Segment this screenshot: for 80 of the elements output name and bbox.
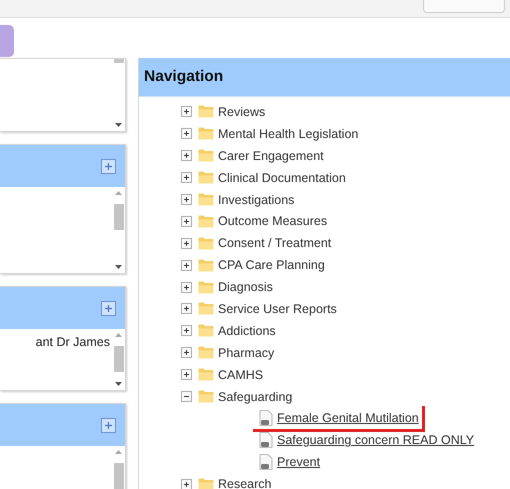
plus-icon [183,218,190,225]
tree-item[interactable]: CAMHS [218,368,264,382]
expand-button[interactable] [181,194,192,205]
plus-icon [104,420,113,430]
expand-button[interactable] [181,303,192,314]
plus-icon [183,349,190,356]
expand-button[interactable] [181,282,192,293]
scrollbar-thumb[interactable] [114,463,124,489]
plus-icon [183,480,190,488]
expand-button[interactable] [181,325,192,336]
folder-icon [198,302,214,316]
document-icon [259,432,273,448]
folder-icon [198,478,214,489]
tree-item[interactable]: Addictions [218,324,276,338]
scroll-down-icon[interactable] [115,123,122,127]
tree-item[interactable]: Safeguarding [218,390,292,404]
add-button[interactable] [101,158,116,174]
plus-icon [183,305,190,312]
expand-button[interactable] [181,172,192,184]
tree-item[interactable]: Outcome Measures [218,214,328,228]
tree-item[interactable]: Diagnosis [218,280,273,294]
plus-icon [183,196,190,203]
folder-icon [198,346,214,360]
panel-title: Navigation [144,68,224,86]
document-icon [259,454,273,470]
tree-item[interactable]: Consent / Treatment [218,236,332,250]
plus-icon [183,174,190,182]
tree-item[interactable]: Investigations [218,192,294,206]
list-item[interactable]: ant Dr James [0,335,112,349]
collapse-button[interactable] [181,391,192,402]
folder-icon [198,390,214,404]
document-link[interactable]: Prevent [277,455,320,470]
folder-icon [198,214,214,228]
folder-icon [198,105,214,118]
expand-button[interactable] [181,238,192,249]
plus-icon [183,152,190,160]
expand-button[interactable] [181,347,192,358]
tree-item[interactable]: Clinical Documentation [218,170,346,185]
scroll-down-icon[interactable] [115,382,122,386]
folder-icon [198,127,214,140]
document-icon [259,410,273,426]
scroll-down-icon[interactable] [115,265,122,269]
scrollbar-thumb[interactable] [114,59,124,63]
tree-item[interactable]: Mental Health Legislation [218,126,358,141]
add-button[interactable] [101,300,116,316]
document-link[interactable]: Female Genital Mutilation [277,411,419,426]
add-button[interactable] [101,418,116,432]
folder-icon [198,258,214,272]
folder-icon [198,236,214,250]
folder-icon [198,171,214,184]
tree-item[interactable]: Service User Reports [218,302,337,316]
tree-item[interactable]: CPA Care Planning [218,258,325,272]
expand-button[interactable] [181,106,192,118]
document-link[interactable]: Safeguarding concern READ ONLY [277,433,474,448]
plus-icon [183,284,190,291]
expand-button[interactable] [181,369,192,380]
plus-icon [183,108,190,116]
folder-icon [198,324,214,338]
plus-icon [183,130,190,138]
folder-icon [198,280,214,294]
plus-icon [183,262,190,269]
expand-button[interactable] [181,216,192,227]
expand-button[interactable] [181,128,192,140]
expand-button[interactable] [181,150,192,162]
plus-icon [104,162,113,170]
folder-icon [198,193,214,206]
plus-icon [183,371,190,378]
scrollbar-thumb[interactable] [114,346,124,372]
plus-icon [104,304,113,312]
tree-item[interactable]: Carer Engagement [218,148,324,163]
tree-item[interactable]: Research [218,477,272,489]
plus-icon [183,327,190,334]
expand-button[interactable] [181,260,192,271]
plus-icon [183,240,190,247]
tree-item[interactable]: Pharmacy [218,346,274,360]
tree-item[interactable]: Reviews [218,104,266,119]
folder-icon [198,368,214,382]
folder-icon [198,149,214,162]
expand-button[interactable] [181,478,192,489]
scrollbar-thumb[interactable] [114,204,124,230]
